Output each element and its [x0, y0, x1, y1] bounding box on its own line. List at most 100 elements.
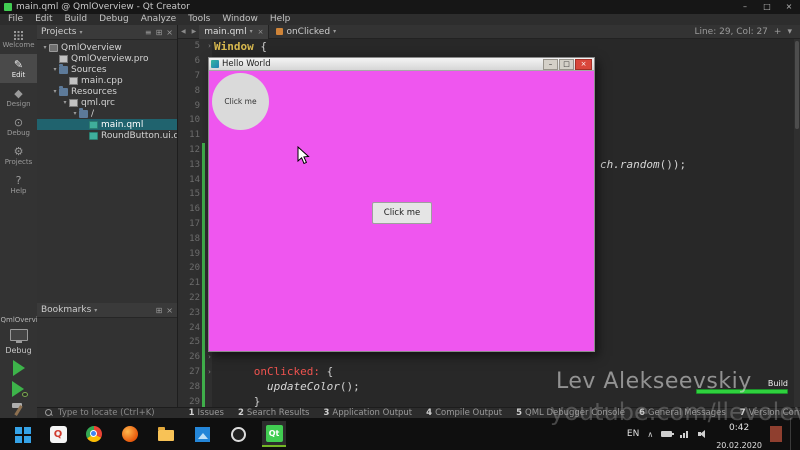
- back-icon[interactable]: ◀: [178, 28, 189, 35]
- tree-item-sources[interactable]: ▾ Sources: [37, 64, 177, 75]
- build-progress-bar: [696, 389, 788, 394]
- taskbar-firefox[interactable]: [118, 421, 142, 447]
- pane-compile-output[interactable]: 4 Compile Output: [420, 408, 508, 418]
- show-desktop-button[interactable]: [790, 418, 794, 450]
- volume-icon[interactable]: [698, 430, 708, 438]
- tree-item-main-qml[interactable]: main.qml: [37, 119, 177, 130]
- start-button[interactable]: [10, 421, 34, 447]
- close-pane-icon[interactable]: ×: [166, 306, 173, 315]
- mode-projects[interactable]: ⚙ Projects: [0, 141, 37, 170]
- obs-icon: [230, 426, 246, 442]
- line-number: 11: [189, 130, 200, 141]
- tree-item-pro-file[interactable]: QmlOverview.pro: [37, 53, 177, 64]
- change-marker: [202, 260, 205, 276]
- kit-selector-monitor-icon[interactable]: [9, 329, 28, 343]
- plus-icon[interactable]: +: [774, 27, 782, 37]
- mode-debug[interactable]: ⊙ Debug: [0, 112, 37, 141]
- hello-world-titlebar[interactable]: Hello World – □ ×: [209, 58, 594, 71]
- menu-file[interactable]: File: [2, 14, 29, 25]
- taskbar-file-explorer[interactable]: [154, 421, 178, 447]
- expand-arrow-icon[interactable]: ▾: [41, 44, 49, 51]
- code-line[interactable]: 29 }: [178, 394, 794, 407]
- fold-marker-icon[interactable]: [205, 353, 214, 361]
- tree-item-main-cpp[interactable]: main.cpp: [37, 75, 177, 86]
- app-minimize-button[interactable]: –: [543, 58, 558, 70]
- menu-debug[interactable]: Debug: [93, 14, 135, 25]
- mode-help[interactable]: ? Help: [0, 170, 37, 199]
- tree-item-roundbutton[interactable]: RoundButton.ui.qml: [37, 130, 177, 141]
- network-icon[interactable]: [680, 430, 690, 438]
- split-icon[interactable]: ⊞: [156, 28, 163, 37]
- app-close-button[interactable]: ×: [575, 58, 592, 70]
- app-maximize-button[interactable]: □: [559, 58, 574, 70]
- pane-application-output[interactable]: 3 Application Output: [318, 408, 419, 418]
- menu-help[interactable]: Help: [264, 14, 297, 25]
- round-click-me-button[interactable]: Click me: [212, 73, 269, 130]
- open-file-tab[interactable]: main.qml ▾ ×: [199, 24, 270, 39]
- close-pane-icon[interactable]: ×: [166, 28, 173, 37]
- fold-marker-icon[interactable]: [205, 368, 214, 376]
- cpp-file-icon: [69, 76, 78, 85]
- code-line[interactable]: 27 onClicked: {: [178, 364, 794, 380]
- pane-qml-debugger-console[interactable]: 5 QML Debugger Console: [510, 408, 631, 418]
- hello-world-window: Hello World – □ × Click me Click me: [208, 57, 595, 352]
- expand-arrow-icon[interactable]: ▾: [71, 110, 79, 117]
- chevron-down-icon[interactable]: ▾: [250, 28, 253, 35]
- mode-welcome[interactable]: Welcome: [0, 25, 37, 54]
- tree-item-resources[interactable]: ▾ Resources: [37, 86, 177, 97]
- taskbar-recorder-app[interactable]: [46, 421, 70, 447]
- expand-arrow-icon[interactable]: ▾: [51, 88, 59, 95]
- pane-search-results[interactable]: 2 Search Results: [232, 408, 316, 418]
- build-hammer-button[interactable]: [11, 402, 26, 416]
- menu-build[interactable]: Build: [59, 14, 94, 25]
- bookmarks-pane-title[interactable]: Bookmarks: [41, 305, 91, 315]
- close-tab-icon[interactable]: ×: [258, 28, 264, 36]
- split-icon[interactable]: ⊞: [156, 306, 163, 315]
- mode-label: Edit: [11, 70, 26, 79]
- forward-icon[interactable]: ▶: [189, 28, 200, 35]
- tree-item-project[interactable]: ▾ QmlOverview: [37, 42, 177, 53]
- fold-marker-icon[interactable]: [205, 42, 214, 50]
- qrc-file-icon: [69, 98, 78, 107]
- taskbar-qt-creator[interactable]: [262, 421, 286, 447]
- code-line[interactable]: 5 Window {: [178, 39, 794, 54]
- minimize-button[interactable]: –: [734, 0, 756, 14]
- tree-item-root-folder[interactable]: ▾ /: [37, 108, 177, 119]
- tray-app-icon[interactable]: [770, 426, 782, 442]
- center-click-me-button[interactable]: Click me: [372, 202, 432, 224]
- locator-input[interactable]: Type to locate (Ctrl+K): [58, 408, 155, 418]
- taskbar-clock[interactable]: 0:42 20.02.2020: [716, 416, 762, 450]
- taskbar-photos[interactable]: [190, 421, 214, 447]
- qt-creator-logo-icon: [4, 3, 12, 11]
- editor-scrollbar[interactable]: [794, 39, 800, 407]
- scrollbar-thumb[interactable]: [795, 41, 799, 129]
- code-text: ch.random());: [600, 158, 686, 171]
- mode-edit[interactable]: ✎ Edit: [0, 54, 37, 83]
- battery-icon[interactable]: [661, 431, 675, 437]
- menu-window[interactable]: Window: [216, 14, 264, 25]
- filter-icon[interactable]: ≡: [145, 28, 152, 37]
- projects-pane-title[interactable]: Projects: [41, 27, 76, 37]
- mode-label: Projects: [4, 157, 33, 166]
- maximize-button[interactable]: □: [756, 0, 778, 14]
- menu-analyze[interactable]: Analyze: [135, 14, 182, 25]
- design-icon: ◆: [14, 86, 23, 100]
- menu-edit[interactable]: Edit: [29, 14, 58, 25]
- tray-expand-icon[interactable]: ∧: [647, 430, 653, 439]
- editor-menu-icon[interactable]: ▾: [787, 27, 792, 37]
- expand-arrow-icon[interactable]: ▾: [61, 99, 69, 106]
- pane-issues[interactable]: 1 Issues: [183, 408, 230, 418]
- menu-tools[interactable]: Tools: [182, 14, 216, 25]
- debug-run-button[interactable]: [11, 381, 28, 397]
- symbol-dropdown[interactable]: onClicked ▾: [269, 27, 343, 37]
- mode-design[interactable]: ◆ Design: [0, 83, 37, 112]
- run-button[interactable]: [12, 360, 25, 376]
- language-indicator[interactable]: EN: [627, 429, 639, 439]
- close-button[interactable]: ×: [778, 0, 800, 14]
- expand-arrow-icon[interactable]: ▾: [51, 66, 59, 73]
- tree-item-qml-qrc[interactable]: ▾ qml.qrc: [37, 97, 177, 108]
- taskbar-chrome[interactable]: [82, 421, 106, 447]
- taskbar-obs[interactable]: [226, 421, 250, 447]
- change-marker: [202, 113, 205, 128]
